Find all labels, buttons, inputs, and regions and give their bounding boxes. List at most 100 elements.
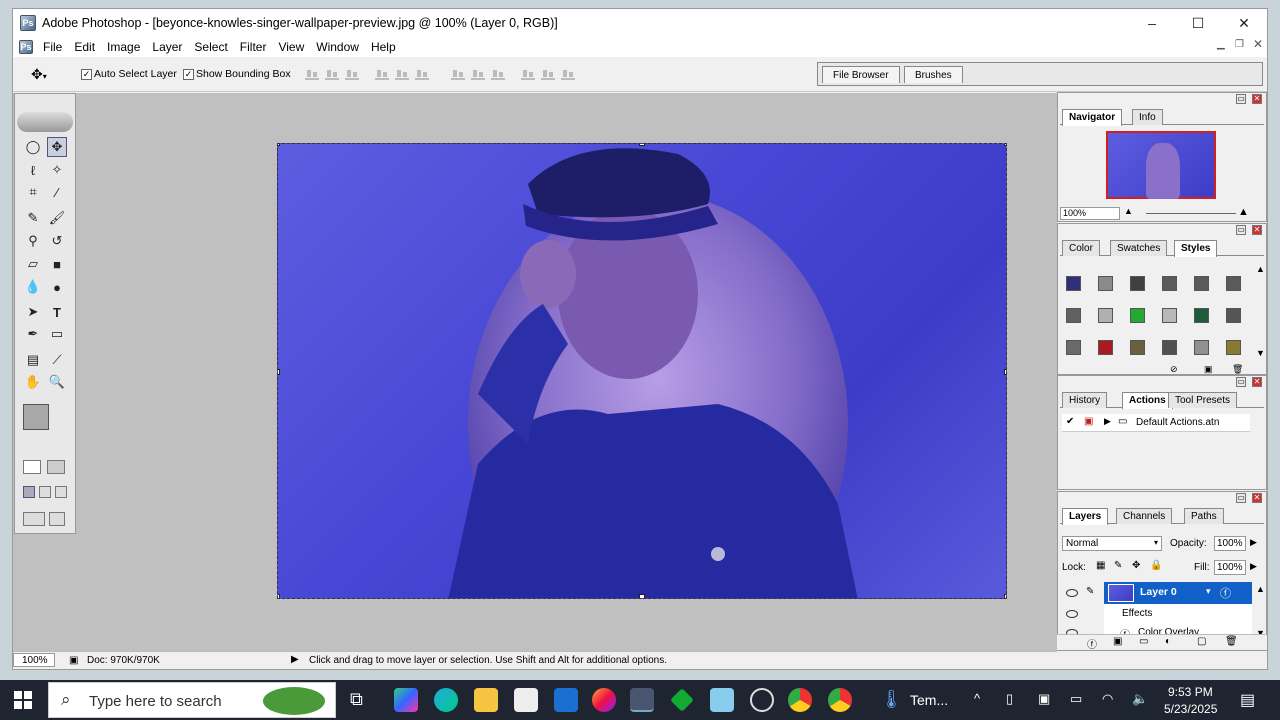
wifi-icon[interactable]: ◠ bbox=[1102, 691, 1113, 707]
edge-icon[interactable] bbox=[434, 688, 458, 712]
tab-tool-presets[interactable]: Tool Presets bbox=[1168, 392, 1238, 408]
navigator-zoom[interactable]: 100% bbox=[1060, 207, 1120, 220]
style-swatch[interactable] bbox=[1194, 276, 1209, 291]
document-icon[interactable]: Ps bbox=[19, 40, 33, 54]
firefox-icon[interactable] bbox=[592, 688, 616, 712]
style-swatch[interactable] bbox=[1066, 308, 1081, 323]
windows-start-icon[interactable] bbox=[14, 691, 32, 709]
scroll-up-icon[interactable]: ▲ bbox=[1256, 264, 1265, 274]
distribute-bottom-icon[interactable] bbox=[491, 68, 505, 80]
minimize-button[interactable]: – bbox=[1129, 9, 1175, 37]
layer-mask-icon[interactable]: ▣ bbox=[1113, 636, 1122, 647]
blend-mode-select[interactable]: Normal ▾ bbox=[1062, 536, 1162, 551]
style-swatch[interactable] bbox=[1226, 340, 1241, 355]
thermometer-icon[interactable]: 🌡 bbox=[880, 689, 903, 710]
clone-stamp-icon[interactable]: ⚲ bbox=[23, 231, 43, 251]
fill-input[interactable]: 100% bbox=[1214, 560, 1246, 575]
weather-label[interactable]: Tem... bbox=[910, 692, 948, 708]
auto-select-layer-option[interactable]: ✓ Auto Select Layer bbox=[81, 68, 177, 80]
path-selection-icon[interactable]: ➤ bbox=[23, 302, 43, 322]
taskbar-search[interactable]: ⌕ Type here to search bbox=[48, 682, 336, 718]
tab-actions[interactable]: Actions bbox=[1122, 392, 1173, 409]
panel-minimize-icon[interactable]: ▭ bbox=[1236, 377, 1246, 387]
doc-restore-icon[interactable]: ❐ bbox=[1235, 39, 1244, 50]
lasso-tool-icon[interactable]: ℓ bbox=[23, 160, 43, 180]
auto-select-checkbox[interactable]: ✓ bbox=[81, 68, 92, 80]
brush-tool-icon[interactable]: 🖌 bbox=[47, 208, 67, 228]
tray-device-icon[interactable]: ▯ bbox=[1006, 691, 1013, 707]
tab-styles[interactable]: Styles bbox=[1174, 240, 1218, 257]
distribute-top-icon[interactable] bbox=[451, 68, 465, 80]
tab-navigator[interactable]: Navigator bbox=[1062, 109, 1123, 126]
slice-tool-icon[interactable]: ⁄ bbox=[47, 182, 67, 202]
screen-mode-standard-icon[interactable] bbox=[23, 486, 35, 498]
file-explorer-icon[interactable] bbox=[474, 688, 498, 712]
layers-scroll-up-icon[interactable]: ▲ bbox=[1256, 584, 1265, 594]
panel-close-icon[interactable]: ✕ bbox=[1252, 493, 1262, 503]
blur-tool-icon[interactable]: 💧 bbox=[23, 277, 43, 297]
style-swatch[interactable] bbox=[1162, 308, 1177, 323]
screen-mode-full-menu-icon[interactable] bbox=[39, 486, 51, 498]
new-style-icon[interactable]: ▣ bbox=[1204, 364, 1213, 375]
zoom-tool-icon[interactable]: 🔍 bbox=[47, 372, 67, 392]
layer-style-icon[interactable]: ⓕ bbox=[1087, 636, 1097, 651]
crop-tool-icon[interactable]: ⌗ bbox=[23, 182, 43, 202]
doc-minimize-icon[interactable]: ▁ bbox=[1217, 39, 1225, 50]
panel-close-icon[interactable]: ✕ bbox=[1252, 225, 1262, 235]
doc-size[interactable]: Doc: 970K/970K bbox=[87, 655, 160, 666]
marquee-tool-icon[interactable]: ◯ bbox=[23, 137, 43, 157]
healing-brush-icon[interactable]: ✎ bbox=[23, 208, 43, 228]
photoshop-taskbar-icon[interactable] bbox=[630, 688, 654, 712]
distribute-hcenter-icon[interactable] bbox=[541, 68, 555, 80]
chrome-profile-icon[interactable] bbox=[828, 688, 852, 712]
menu-view[interactable]: View bbox=[272, 40, 310, 54]
layer-brush-icon[interactable]: ✎ bbox=[1086, 586, 1094, 597]
transform-handle-tr[interactable] bbox=[1004, 144, 1006, 146]
close-button[interactable]: ✕ bbox=[1221, 9, 1267, 37]
effects-expand-icon[interactable]: ▾ bbox=[1206, 586, 1211, 597]
effects-row[interactable]: Effects bbox=[1058, 604, 1252, 624]
expand-triangle-icon[interactable]: ▶ bbox=[1104, 416, 1111, 427]
menu-layer[interactable]: Layer bbox=[146, 40, 188, 54]
menu-edit[interactable]: Edit bbox=[68, 40, 101, 54]
style-swatch[interactable] bbox=[1194, 340, 1209, 355]
style-swatch[interactable] bbox=[1130, 276, 1145, 291]
align-right-icon[interactable] bbox=[415, 68, 429, 80]
app-document-icon[interactable] bbox=[710, 688, 734, 712]
layer-row[interactable]: ✎ Layer 0 ▾ ⓕ bbox=[1058, 582, 1252, 604]
action-toggle-icon[interactable]: ✔ bbox=[1066, 416, 1074, 427]
transform-handle-tc[interactable] bbox=[639, 144, 645, 146]
toolbox-header-icon[interactable] bbox=[17, 112, 73, 132]
app-diamond-icon[interactable] bbox=[670, 688, 694, 712]
zoom-level[interactable]: 100% bbox=[13, 653, 55, 667]
jump-to-imageready-icon[interactable] bbox=[23, 512, 45, 526]
tab-color[interactable]: Color bbox=[1062, 240, 1100, 256]
new-layer-icon[interactable]: ▢ bbox=[1197, 636, 1206, 647]
opacity-arrow-icon[interactable]: ▶ bbox=[1250, 537, 1257, 548]
fill-arrow-icon[interactable]: ▶ bbox=[1250, 561, 1257, 572]
move-tool-icon[interactable]: ✥ bbox=[47, 137, 67, 157]
layer-thumbnail[interactable] bbox=[1108, 584, 1134, 602]
zoom-in-icon[interactable]: ▲ bbox=[1238, 206, 1249, 218]
maximize-button[interactable]: ☐ bbox=[1175, 9, 1221, 37]
new-group-icon[interactable]: ▭ bbox=[1139, 636, 1148, 647]
history-brush-icon[interactable]: ↺ bbox=[47, 231, 67, 251]
outlook-icon[interactable] bbox=[554, 688, 578, 712]
style-swatch[interactable] bbox=[1098, 276, 1113, 291]
menu-image[interactable]: Image bbox=[101, 40, 146, 54]
tab-layers[interactable]: Layers bbox=[1062, 508, 1109, 525]
imageready-icon[interactable] bbox=[49, 512, 65, 526]
align-vcenter-icon[interactable] bbox=[325, 68, 339, 80]
style-swatch[interactable] bbox=[1162, 276, 1177, 291]
bounding-box-checkbox[interactable]: ✓ bbox=[183, 68, 194, 80]
copilot-icon[interactable] bbox=[394, 688, 418, 712]
style-swatch[interactable] bbox=[1226, 276, 1241, 291]
transform-handle-bl[interactable] bbox=[278, 594, 280, 598]
style-swatch[interactable] bbox=[1226, 308, 1241, 323]
navigator-zoom-slider[interactable] bbox=[1146, 213, 1236, 214]
navigator-thumbnail[interactable] bbox=[1106, 131, 1216, 199]
gradient-tool-icon[interactable]: ■ bbox=[47, 254, 67, 274]
panel-close-icon[interactable]: ✕ bbox=[1252, 94, 1262, 104]
transform-handle-mr[interactable] bbox=[1004, 369, 1006, 375]
type-tool-icon[interactable]: T bbox=[47, 302, 67, 322]
